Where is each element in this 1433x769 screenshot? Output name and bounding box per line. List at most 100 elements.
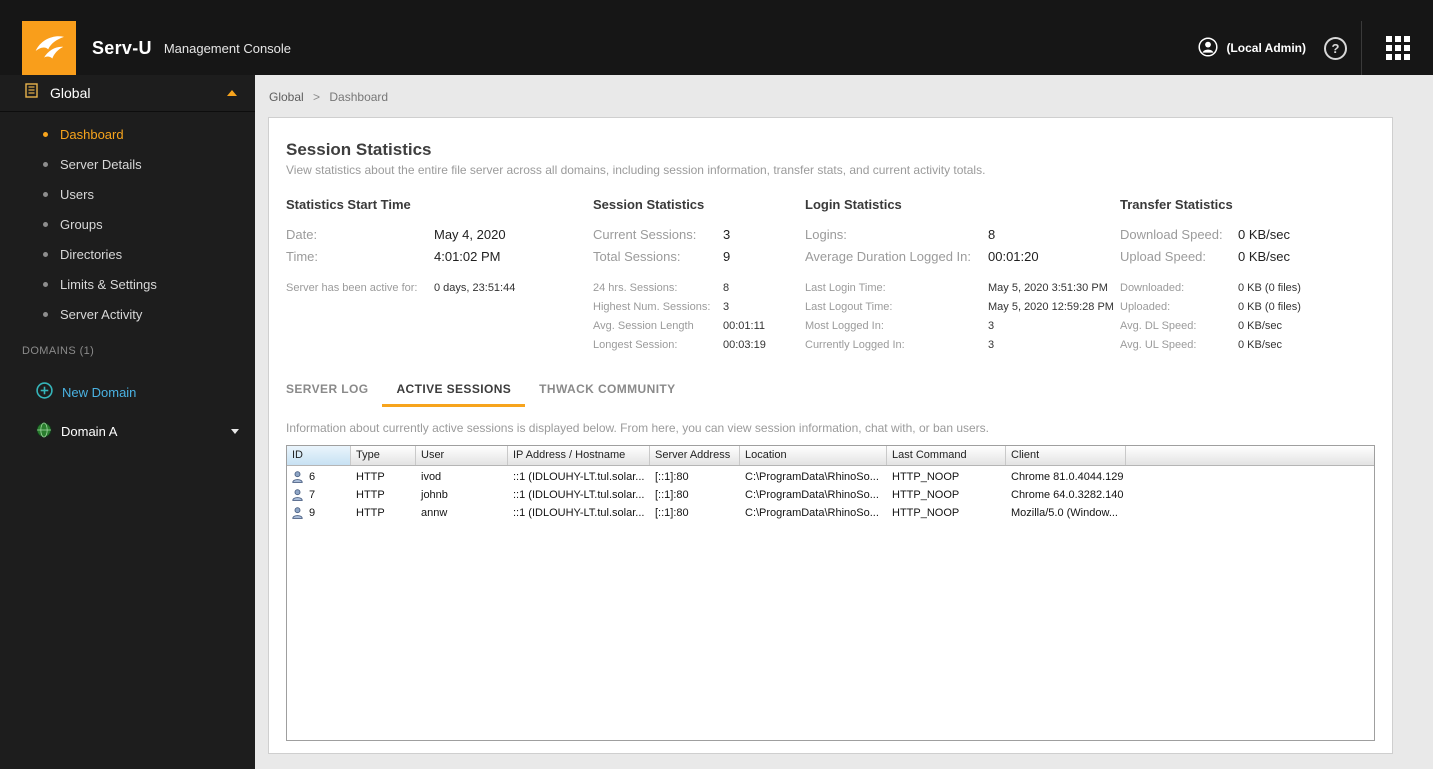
account-menu[interactable]: (Local Admin)	[1198, 36, 1306, 60]
stat-label: Longest Session:	[593, 339, 678, 351]
breadcrumb: Global > Dashboard	[255, 75, 1433, 117]
stat-row-highest-num-sessions: Highest Num. Sessions: 3	[593, 298, 805, 317]
stat-value: 9	[723, 249, 731, 264]
new-domain-button[interactable]: New Domain	[0, 377, 255, 407]
bullet-icon	[43, 191, 48, 197]
bullet-icon	[43, 131, 48, 137]
stat-label: Downloaded:	[1120, 282, 1185, 294]
stat-row-last-login-time: Last Login Time: May 5, 2020 3:51:30 PM	[805, 279, 1120, 298]
cell-client: Chrome 81.0.4044.129	[1011, 471, 1124, 483]
cell-server-address: [::1]:80	[655, 507, 689, 519]
stat-group-login-statistics: Login Statistics Logins: 8 Average Duration…	[805, 197, 1120, 355]
help-glyph: ?	[1331, 40, 1340, 56]
stat-group-title: Transfer Statistics	[1120, 197, 1233, 212]
cell-id: 9	[287, 507, 351, 519]
stat-label: Upload Speed:	[1120, 249, 1207, 264]
stat-value: 3	[988, 339, 995, 351]
session-statistics-panel: Session Statistics View statistics about…	[268, 117, 1393, 754]
stat-value: 0 KB/sec	[1238, 320, 1283, 332]
stat-row-currently-logged-in: Currently Logged In: 3	[805, 336, 1120, 355]
column-header-type[interactable]: Type	[351, 446, 416, 465]
stat-group-statistics-start-time: Statistics Start Time Date: May 4, 2020 Tim…	[286, 197, 593, 355]
stat-row-download-speed: Download Speed: 0 KB/sec	[1120, 224, 1375, 246]
stat-label: 24 hrs. Sessions:	[593, 282, 678, 294]
sidebar-item-label: Users	[60, 186, 94, 202]
stat-label: Avg. DL Speed:	[1120, 320, 1197, 332]
sessions-description: Information about currently active sessi…	[286, 421, 990, 435]
column-header-location[interactable]: Location	[740, 446, 887, 465]
stat-row-last-logout-time: Last Logout Time: May 5, 2020 12:59:28 PM	[805, 298, 1120, 317]
cell-location: C:\ProgramData\RhinoSo...	[745, 471, 879, 483]
stat-label: Avg. Session Length	[593, 320, 694, 332]
column-header-label: Location	[745, 449, 787, 461]
column-header-label: User	[421, 449, 445, 461]
stat-row-longest-session: Longest Session: 00:03:19	[593, 336, 805, 355]
solarwinds-bird-icon	[29, 26, 69, 71]
cell-type: HTTP	[356, 471, 385, 483]
session-row[interactable]: 6 HTTP ivod::1 (IDLOUHY-LT.tul.solar... [::…	[287, 468, 1374, 486]
session-row[interactable]: 7 HTTP johnb::1 (IDLOUHY-LT.tul.solar... [:…	[287, 486, 1374, 504]
column-header-label: Last Command	[892, 449, 967, 461]
column-header-ip-address-hostname[interactable]: IP Address / Hostname	[508, 446, 650, 465]
cell-client: Mozilla/5.0 (Window...	[1011, 507, 1118, 519]
sidebar-nav: Dashboard Server Details Users Groups Direct…	[0, 112, 255, 329]
column-header-id[interactable]: ID	[287, 446, 351, 465]
stat-group-title: Session Statistics	[593, 197, 705, 212]
sidebar-item-users[interactable]: Users	[0, 179, 255, 209]
column-header-client[interactable]: Client	[1006, 446, 1126, 465]
stat-label: Currently Logged In:	[805, 339, 905, 351]
brand: Serv-U Management Console	[92, 21, 291, 75]
breadcrumb-global[interactable]: Global	[269, 90, 304, 104]
stat-label: Date:	[286, 227, 318, 242]
stat-label: Most Logged In:	[805, 320, 884, 332]
stat-row-current-sessions: Current Sessions: 3	[593, 224, 805, 246]
tab-thwack-community[interactable]: THWACK COMMUNITY	[525, 376, 689, 407]
sidebar-item-server-activity[interactable]: Server Activity	[0, 299, 255, 329]
sidebar-item-directories[interactable]: Directories	[0, 239, 255, 269]
sidebar-item-limits-settings[interactable]: Limits & Settings	[0, 269, 255, 299]
stat-value: 0 KB/sec	[1238, 249, 1291, 264]
column-header-label: IP Address / Hostname	[513, 449, 626, 461]
stat-row-server-has-been-active-for: Server has been active for: 0 days, 23:51…	[286, 279, 593, 298]
tab-active-sessions[interactable]: ACTIVE SESSIONS	[382, 376, 526, 407]
stat-row-total-sessions: Total Sessions: 9	[593, 246, 805, 268]
stat-label: Current Sessions:	[593, 227, 697, 242]
chevron-down-icon	[231, 428, 239, 434]
sidebar-item-server-details[interactable]: Server Details	[0, 149, 255, 179]
app-grid-button[interactable]	[1361, 21, 1433, 75]
stat-value: May 5, 2020 12:59:28 PM	[988, 301, 1114, 313]
solarwinds-logo[interactable]	[22, 21, 76, 75]
sidebar-item-dashboard[interactable]: Dashboard	[0, 119, 255, 149]
user-circle-icon	[1198, 36, 1218, 60]
stat-value: May 4, 2020	[434, 227, 506, 242]
domain-a-label: Domain A	[61, 423, 118, 439]
sidebar-item-label: Limits & Settings	[60, 276, 157, 292]
stat-value: 3	[723, 301, 730, 313]
column-header-label: Server Address	[655, 449, 731, 461]
panel-title: Session Statistics	[286, 140, 432, 159]
stat-row-downloaded: Downloaded: 0 KB (0 files)	[1120, 279, 1375, 298]
column-header-label: Client	[1011, 449, 1040, 461]
column-header-last-command[interactable]: Last Command	[887, 446, 1006, 465]
tab-server-log[interactable]: SERVER LOG	[286, 376, 382, 407]
sidebar-item-groups[interactable]: Groups	[0, 209, 255, 239]
column-header-user[interactable]: User	[416, 446, 508, 465]
bullet-icon	[43, 251, 48, 257]
stat-group-title: Statistics Start Time	[286, 197, 411, 212]
cell-ip-address-hostname: ::1 (IDLOUHY-LT.tul.solar...	[513, 507, 645, 519]
stat-value: 00:03:19	[723, 339, 766, 351]
breadcrumb-separator: >	[313, 90, 321, 104]
stat-value: 3	[723, 227, 731, 242]
cell-server-address: [::1]:80	[655, 489, 689, 501]
topbar-right: (Local Admin) ?	[1198, 21, 1433, 75]
column-header-label: ID	[292, 449, 303, 461]
sidebar-section-global[interactable]: Global	[0, 75, 255, 112]
cell-ip-address-hostname: ::1 (IDLOUHY-LT.tul.solar...	[513, 471, 645, 483]
tabs: SERVER LOG ACTIVE SESSIONS THWACK COMMUNIT…	[286, 376, 1375, 407]
help-button[interactable]: ?	[1324, 36, 1347, 60]
cell-location: C:\ProgramData\RhinoSo...	[745, 489, 879, 501]
session-row[interactable]: 9 HTTP annw::1 (IDLOUHY-LT.tul.solar... [::…	[287, 504, 1374, 522]
sidebar-item-domain-a[interactable]: Domain A	[0, 416, 255, 446]
user-icon	[292, 507, 303, 519]
column-header-server-address[interactable]: Server Address	[650, 446, 740, 465]
